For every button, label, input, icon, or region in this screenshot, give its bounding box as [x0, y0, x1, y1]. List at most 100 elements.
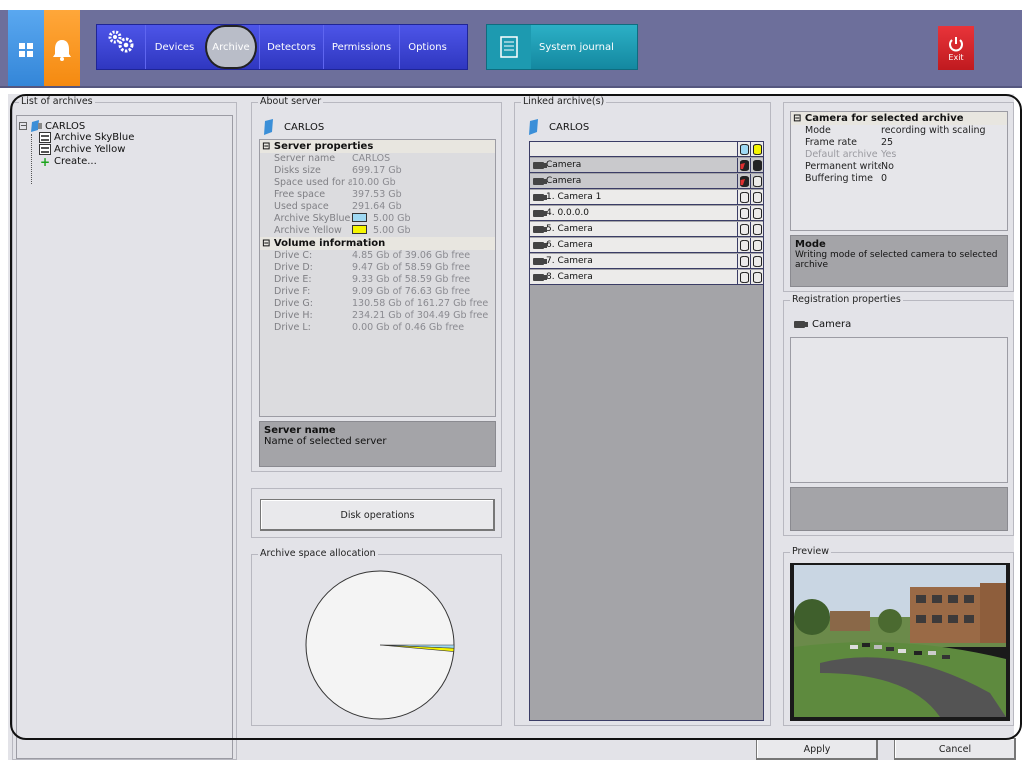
camera-row-label: 5. Camera	[546, 224, 593, 234]
server-icon	[31, 120, 42, 132]
volume-row[interactable]: Drive D: 9.47 Gb of 58.59 Gb free	[260, 262, 495, 274]
color-swatch	[352, 225, 367, 234]
archive-link-toggle[interactable]	[737, 254, 750, 268]
volume-row[interactable]: Drive F: 9.09 Gb of 76.63 Gb free	[260, 286, 495, 298]
tab-devices[interactable]: Devices	[145, 25, 203, 69]
server-property-row[interactable]: Free space 397.53 Gb	[260, 189, 495, 201]
archives-tree: − CARLOS Archive SkyBlue Archive Yellow …	[16, 115, 233, 759]
space-allocation-panel: Archive space allocation	[251, 548, 502, 726]
tree-archive-item[interactable]: Archive Yellow	[39, 144, 125, 155]
camera-props-header[interactable]: ⊟ Camera for selected archive	[791, 112, 1007, 125]
camera-row[interactable]: 4. 0.0.0.0	[530, 206, 763, 221]
camera-icon	[533, 273, 547, 281]
archive-link-toggle[interactable]	[737, 158, 750, 172]
camera-row-label: 6. Camera	[546, 240, 593, 250]
archive-link-toggle[interactable]	[750, 206, 763, 220]
camera-property-row[interactable]: Default archive Yes	[791, 149, 1007, 161]
archive-cylinder-icon	[752, 143, 762, 155]
volume-row[interactable]: Drive G: 130.58 Gb of 161.27 Gb free	[260, 298, 495, 310]
camera-row[interactable]: 7. Camera	[530, 254, 763, 269]
archive-link-toggle[interactable]	[750, 270, 763, 284]
tab-permissions[interactable]: Permissions	[323, 25, 399, 69]
server-property-row[interactable]: Disks size 699.17 Gb	[260, 165, 495, 177]
tab-detectors[interactable]: Detectors	[259, 25, 323, 69]
volume-row[interactable]: Drive L: 0.00 Gb of 0.46 Gb free	[260, 322, 495, 334]
volume-list: Drive C: 4.85 Gb of 39.06 Gb free Drive D:…	[260, 250, 495, 334]
archive-yellow-column[interactable]	[750, 142, 763, 156]
apply-button[interactable]: Apply	[756, 738, 878, 760]
server-properties-header[interactable]: ⊟ Server properties	[260, 140, 495, 153]
server-property-row[interactable]: Server name CARLOS	[260, 153, 495, 165]
camera-icon	[533, 241, 547, 249]
system-journal-button[interactable]: System journal	[486, 24, 638, 70]
description-text: Name of selected server	[264, 436, 387, 447]
linked-archives-title: Linked archive(s)	[521, 96, 607, 107]
archive-link-toggle[interactable]	[737, 238, 750, 252]
camera-property-grid: ⊟ Camera for selected archive Mode record…	[790, 111, 1008, 231]
archive-link-toggle[interactable]	[750, 222, 763, 236]
camera-property-row[interactable]: Frame rate 25	[791, 137, 1007, 149]
about-server-title: About server	[258, 96, 324, 107]
camera-desc-text: Writing mode of selected camera to selec…	[795, 250, 998, 270]
archive-icon	[39, 144, 51, 155]
camera-row[interactable]: Camera	[530, 174, 763, 189]
archive-skyblue-column[interactable]	[737, 142, 750, 156]
tab-options[interactable]: Options	[399, 25, 455, 69]
camera-row-label: 4. 0.0.0.0	[546, 208, 589, 218]
about-server-header: CARLOS	[262, 119, 324, 135]
tree-server-node[interactable]: − CARLOS	[19, 120, 85, 132]
archive-link-toggle[interactable]	[750, 238, 763, 252]
registration-title: Registration properties	[790, 294, 903, 305]
archive-link-toggle[interactable]	[737, 222, 750, 236]
tree-server-label: CARLOS	[45, 120, 86, 132]
archives-list-title: List of archives	[19, 96, 95, 107]
disk-operations-panel: Disk operations	[251, 488, 502, 538]
bell-icon	[53, 40, 71, 61]
collapse-icon[interactable]: −	[19, 122, 27, 130]
camera-row[interactable]: 8. Camera	[530, 270, 763, 285]
camera-row-label: Camera	[546, 160, 582, 170]
archive-link-toggle[interactable]	[750, 190, 763, 204]
tree-create-item[interactable]: + Create...	[39, 154, 97, 169]
exit-button[interactable]: Exit	[938, 26, 974, 70]
notifications-button[interactable]	[44, 10, 80, 86]
camera-row[interactable]: 1. Camera 1	[530, 190, 763, 205]
server-property-row[interactable]: Used space 291.64 Gb	[260, 201, 495, 213]
archive-link-toggle[interactable]	[750, 174, 763, 188]
archive-link-toggle[interactable]	[750, 254, 763, 268]
windows-button[interactable]	[8, 10, 44, 86]
archive-link-toggle[interactable]	[737, 206, 750, 220]
camera-icon	[794, 321, 808, 328]
camera-row[interactable]: 5. Camera	[530, 222, 763, 237]
space-allocation-title: Archive space allocation	[258, 548, 378, 559]
archive-link-toggle[interactable]	[750, 158, 763, 172]
cancel-button[interactable]: Cancel	[894, 738, 1016, 760]
color-swatch	[352, 213, 367, 222]
camera-icon	[533, 193, 547, 201]
main-area: List of archives − CARLOS Archive SkyBlu…	[8, 94, 1014, 760]
camera-property-row[interactable]: Buffering time 0	[791, 173, 1007, 185]
tab-archive[interactable]: Archive	[205, 25, 257, 69]
preview-title: Preview	[790, 546, 831, 557]
camera-property-row[interactable]: Permanent write No	[791, 161, 1007, 173]
server-property-row[interactable]: Space used for arch10.00 Gb	[260, 177, 495, 189]
archive-link-toggle[interactable]	[737, 174, 750, 188]
archive-link-toggle[interactable]	[737, 270, 750, 284]
volume-info-header[interactable]: ⊟ Volume information	[260, 237, 495, 250]
tree-archive-item[interactable]: Archive SkyBlue	[39, 132, 134, 143]
plus-icon: +	[39, 154, 51, 169]
windows-icon	[19, 43, 33, 57]
camera-row[interactable]: Camera	[530, 158, 763, 173]
server-property-row[interactable]: Archive Yellow 5.00 Gb	[260, 225, 495, 237]
volume-row[interactable]: Drive H: 234.21 Gb of 304.49 Gb free	[260, 310, 495, 322]
disk-operations-button[interactable]: Disk operations	[260, 499, 495, 531]
volume-row[interactable]: Drive C: 4.85 Gb of 39.06 Gb free	[260, 250, 495, 262]
camera-row[interactable]: 6. Camera	[530, 238, 763, 253]
grid-header-row	[530, 142, 763, 157]
archive-link-toggle[interactable]	[737, 190, 750, 204]
top-toolbar: Devices Archive Detectors Permissions Op…	[0, 0, 1022, 88]
camera-property-row[interactable]: Mode recording with scaling	[791, 125, 1007, 137]
volume-row[interactable]: Drive E: 9.33 Gb of 58.59 Gb free	[260, 274, 495, 286]
registration-description-box	[790, 487, 1008, 531]
server-property-row[interactable]: Archive SkyBlue 5.00 Gb	[260, 213, 495, 225]
